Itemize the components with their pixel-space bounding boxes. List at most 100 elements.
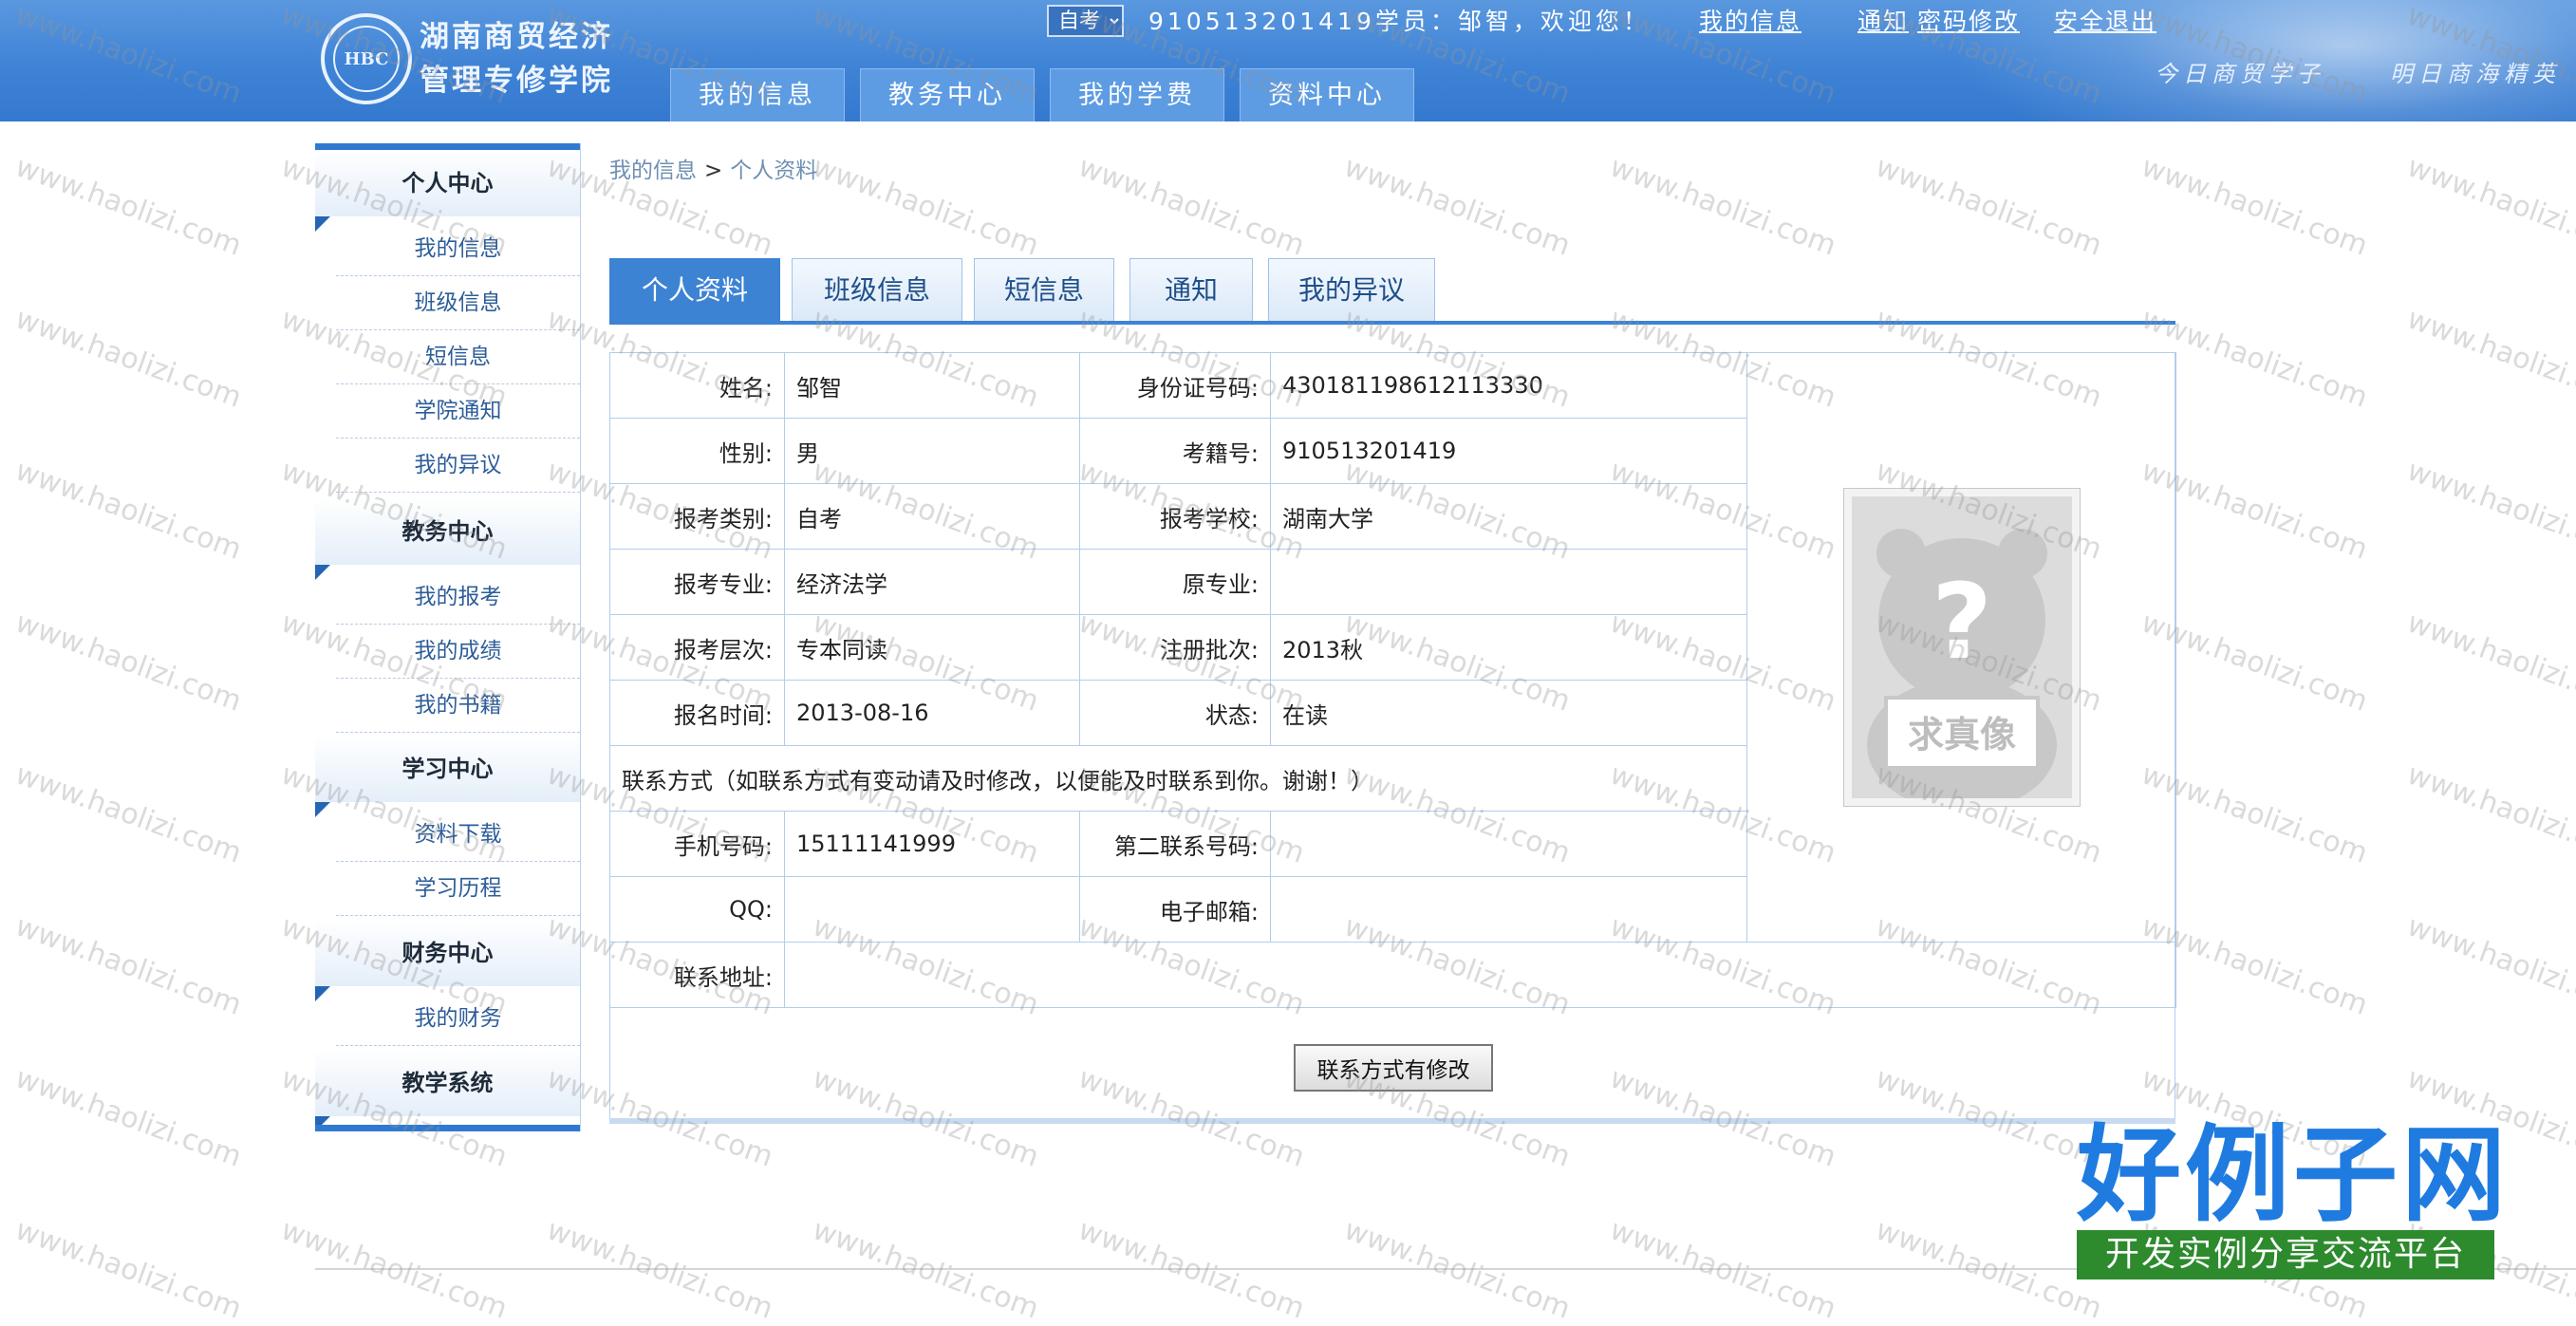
watermark-text: www.haolizi.com [10, 606, 246, 719]
table-row: 姓名: 邹智 身份证号码: 430181198612113330 ? 求真像 [609, 352, 2176, 943]
qq-label: QQ: [609, 876, 785, 943]
sidebar-item-my-finance[interactable]: 我的财务 [336, 992, 580, 1046]
tab-notice[interactable]: 通知 [1129, 258, 1253, 321]
sidebar-top-bar [315, 143, 580, 150]
watermark-text: www.haolizi.com [1073, 150, 1309, 263]
school-name: 湖南商贸经济 管理专修学院 [420, 15, 613, 103]
address-value [784, 942, 2176, 1008]
corner-triangle-icon [315, 986, 330, 1001]
sidebar-item-my-books[interactable]: 我的书籍 [336, 679, 580, 733]
id-value: 430181198612113330 [1270, 352, 1747, 419]
breadcrumb-my-info[interactable]: 我的信息 [609, 159, 697, 183]
nav-tab-my-info[interactable]: 我的信息 [670, 68, 845, 121]
tab-underline [609, 321, 2175, 325]
sidebar-item-school-notice[interactable]: 学院通知 [336, 384, 580, 439]
watermark-text: www.haolizi.com [2402, 909, 2576, 1022]
photo-cell: ? 求真像 [1746, 352, 2176, 943]
sidebar-group-personal[interactable]: 个人中心 [315, 150, 580, 232]
school-logo-text: HBC [333, 26, 400, 92]
phone2-value [1270, 811, 1747, 877]
sidebar-item-sms[interactable]: 短信息 [336, 330, 580, 384]
top-header: HBC 湖南商贸经济 管理专修学院 自考 910513201419学员：邹智，欢… [0, 0, 2576, 121]
corner-triangle-icon [315, 565, 330, 580]
school-value: 湖南大学 [1270, 483, 1747, 550]
sidebar-item-study-history[interactable]: 学习历程 [336, 862, 580, 916]
major-value: 经济法学 [784, 549, 1080, 615]
level-value: 专本同读 [784, 614, 1080, 681]
top-link-my-info[interactable]: 我的信息 [1699, 4, 1801, 40]
watermark-text: www.haolizi.com [2137, 150, 2372, 263]
sidebar-item-my-scores[interactable]: 我的成绩 [336, 625, 580, 679]
tab-my-objection[interactable]: 我的异议 [1268, 258, 1435, 321]
exam-type-select[interactable]: 自考 [1047, 5, 1124, 37]
sidebar-item-my-objection[interactable]: 我的异议 [336, 439, 580, 493]
top-link-notice[interactable]: 通知 [1857, 4, 1909, 40]
top-link-logout[interactable]: 安全退出 [2054, 4, 2156, 40]
watermark-text: www.haolizi.com [10, 1213, 246, 1326]
bear-question-icon: ? 求真像 [1866, 529, 2057, 812]
status-value: 在读 [1270, 680, 1747, 746]
svg-text:?: ? [1932, 561, 1992, 682]
sidebar-group-title: 教务中心 [401, 518, 494, 545]
signup-time-label: 报名时间: [609, 680, 785, 746]
school-name-line1: 湖南商贸经济 [420, 20, 613, 54]
batch-value: 2013秋 [1270, 614, 1747, 681]
watermark-text: www.haolizi.com [1339, 150, 1575, 263]
nav-tab-resources[interactable]: 资料中心 [1240, 68, 1414, 121]
orig-major-label: 原专业: [1079, 549, 1271, 615]
tab-personal-profile[interactable]: 个人资料 [609, 258, 780, 321]
brand-badge: 好例子网 开发实例分享交流平台 [2077, 1118, 2506, 1279]
exam-no-value: 910513201419 [1270, 418, 1747, 484]
sidebar-group-teaching[interactable]: 教学系统 [315, 1050, 580, 1131]
corner-triangle-icon [315, 802, 330, 817]
qq-value [784, 876, 1080, 943]
watermark-text: www.haolizi.com [10, 150, 246, 263]
sidebar-bottom-bar [315, 1125, 580, 1131]
email-label: 电子邮箱: [1079, 876, 1271, 943]
address-label: 联系地址: [609, 942, 785, 1008]
watermark-text: www.haolizi.com [10, 1061, 246, 1174]
sidebar-group-title: 学习中心 [401, 756, 494, 782]
sidebar-group-study[interactable]: 学习中心 [315, 736, 580, 817]
contact-notice: 联系方式（如联系方式有变动请及时修改，以便能及时联系到你。谢谢！） [609, 745, 1747, 812]
phone-value: 15111141999 [784, 811, 1080, 877]
sidebar-group-academic[interactable]: 教务中心 [315, 498, 580, 580]
sidebar-item-class-info[interactable]: 班级信息 [336, 276, 580, 330]
watermark-text: www.haolizi.com [808, 150, 1043, 263]
gender-label: 性别: [609, 418, 785, 484]
student-photo-placeholder: ? 求真像 [1842, 488, 2081, 812]
watermark-text: www.haolizi.com [1871, 150, 2106, 263]
exam-no-label: 考籍号: [1079, 418, 1271, 484]
photo-image: ? 求真像 [1851, 496, 2072, 812]
exam-category-label: 报考类别: [609, 483, 785, 550]
school-label: 报考学校: [1079, 483, 1271, 550]
sidebar-item-my-registration[interactable]: 我的报考 [336, 570, 580, 625]
profile-table: 姓名: 邹智 身份证号码: 430181198612113330 ? 求真像 性… [609, 352, 2176, 1008]
batch-label: 注册批次: [1079, 614, 1271, 681]
sidebar-group-title: 财务中心 [401, 940, 494, 966]
modify-contact-button[interactable]: 联系方式有修改 [1294, 1044, 1493, 1092]
email-value [1270, 876, 1747, 943]
tab-sms[interactable]: 短信息 [974, 258, 1114, 321]
id-label: 身份证号码: [1079, 352, 1271, 419]
corner-triangle-icon [315, 216, 330, 232]
brand-subtitle: 开发实例分享交流平台 [2077, 1230, 2494, 1279]
sidebar-item-my-info[interactable]: 我的信息 [336, 222, 580, 276]
nav-tab-tuition[interactable]: 我的学费 [1050, 68, 1224, 121]
breadcrumb-current: 个人资料 [730, 159, 818, 183]
signup-time-value: 2013-08-16 [784, 680, 1080, 746]
sidebar-item-downloads[interactable]: 资料下载 [336, 808, 580, 862]
top-link-change-password[interactable]: 密码修改 [1917, 4, 2020, 40]
breadcrumb: 我的信息 > 个人资料 [609, 152, 817, 184]
nav-tab-academic[interactable]: 教务中心 [860, 68, 1035, 121]
breadcrumb-separator: > [704, 159, 723, 183]
school-name-line2: 管理专修学院 [420, 64, 613, 98]
watermark-text: www.haolizi.com [10, 302, 246, 415]
watermark-text: www.haolizi.com [2402, 150, 2576, 263]
phone2-label: 第二联系号码: [1079, 811, 1271, 877]
sidebar-group-title: 教学系统 [401, 1070, 494, 1096]
sidebar-group-finance[interactable]: 财务中心 [315, 920, 580, 1001]
tab-class-info[interactable]: 班级信息 [792, 258, 962, 321]
sidebar: 个人中心 我的信息 班级信息 短信息 学院通知 我的异议 教务中心 我的报考 我… [315, 143, 581, 1131]
watermark-text: www.haolizi.com [2402, 606, 2576, 719]
